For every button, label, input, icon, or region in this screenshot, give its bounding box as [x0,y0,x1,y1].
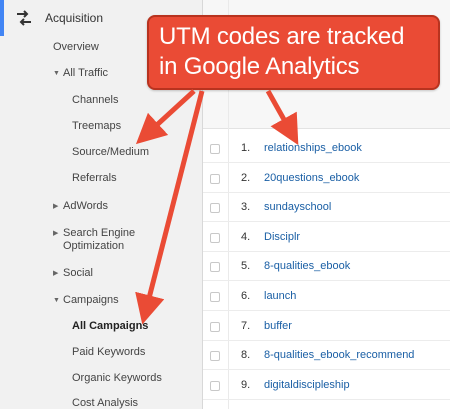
nav-paid-keywords[interactable]: Paid Keywords [72,346,145,358]
nav-cost-analysis[interactable]: Cost Analysis [72,397,138,409]
nav-campaigns-label: Campaigns [63,294,119,306]
caret-down-icon: ▼ [53,70,60,77]
campaign-link[interactable]: relationships_ebook [264,142,362,154]
row-number: 9. [241,378,251,391]
nav-social-label: Social [63,267,93,279]
row-checkbox[interactable] [210,232,220,243]
nav-referrals[interactable]: Referrals [72,172,117,184]
row-number: 8. [241,349,251,362]
table-row: 5. 8-qualities_ebook [203,253,450,282]
row-number: 6. [241,290,251,302]
campaign-link[interactable]: launch [264,290,296,302]
table-row: 8. 8-qualities_ebook_recommend [203,342,450,371]
table-row: 1. relationships_ebook [203,135,450,163]
row-checkbox[interactable] [210,321,220,332]
nav-seo-label-line1: Search Engine [63,227,136,239]
table-row: 3. sundayschool [203,194,450,223]
row-checkbox[interactable] [210,262,220,273]
nav-seo-label-line2: Optimization [63,240,125,252]
row-number: 2. [241,171,251,184]
campaign-link[interactable]: 8-qualities_ebook [264,260,350,272]
table-row: 7. buffer [203,313,450,341]
active-section-indicator [0,0,4,36]
row-number: 7. [241,319,251,332]
caret-down-icon: ▼ [53,297,60,304]
row-checkbox[interactable] [210,173,220,184]
nav-organic-keywords[interactable]: Organic Keywords [72,372,162,384]
row-checkbox[interactable] [210,144,220,154]
campaign-link[interactable]: buffer [264,320,292,332]
row-checkbox[interactable] [210,292,220,302]
row-number: 1. [241,142,251,154]
nav-all-traffic[interactable]: ▼ All Traffic [53,67,108,79]
nav-adwords-label: AdWords [63,200,109,212]
caret-right-icon: ▶ [53,203,59,210]
callout-line-2: in Google Analytics [159,53,360,80]
nav-overview[interactable]: Overview [53,41,99,53]
caret-right-icon: ▶ [53,270,59,277]
row-number: 5. [241,260,251,273]
row-checkbox[interactable] [210,203,220,214]
acquisition-arrows-icon [17,10,31,26]
table-row: 2. 20questions_ebook [203,165,450,193]
table-row: 9. digitaldiscipleship [203,372,450,400]
nav-social[interactable]: ▶ Social [53,267,93,279]
nav-all-traffic-label: All Traffic [63,67,109,79]
nav-treemaps[interactable]: Treemaps [72,120,121,132]
nav-source-medium[interactable]: Source/Medium [72,146,149,158]
nav-all-campaigns[interactable]: All Campaigns [72,320,148,332]
nav-adwords[interactable]: ▶ AdWords [53,200,108,212]
campaign-link[interactable]: 8-qualities_ebook_recommend [264,349,414,361]
campaign-link[interactable]: Disciplr [264,231,300,243]
campaign-link[interactable]: digitaldiscipleship [264,379,350,391]
row-number: 4. [241,230,251,243]
row-checkbox[interactable] [210,380,220,391]
row-checkbox[interactable] [210,351,220,362]
callout-line-1: UTM codes are tracked [159,23,405,50]
campaign-link[interactable]: sundayschool [264,201,331,213]
nav-seo[interactable]: ▶ Search Engine [53,227,135,239]
table-row: 4. Disciplr [203,224,450,252]
caret-right-icon: ▶ [53,230,59,237]
nav-channels[interactable]: Channels [72,94,118,106]
nav-campaigns[interactable]: ▼ Campaigns [53,294,119,306]
annotation-callout: UTM codes are tracked in Google Analytic… [147,15,440,90]
row-number: 3. [241,201,251,214]
campaign-link[interactable]: 20questions_ebook [264,172,359,184]
table-row: 6. launch [203,283,450,311]
acquisition-section-label[interactable]: Acquisition [45,11,103,25]
